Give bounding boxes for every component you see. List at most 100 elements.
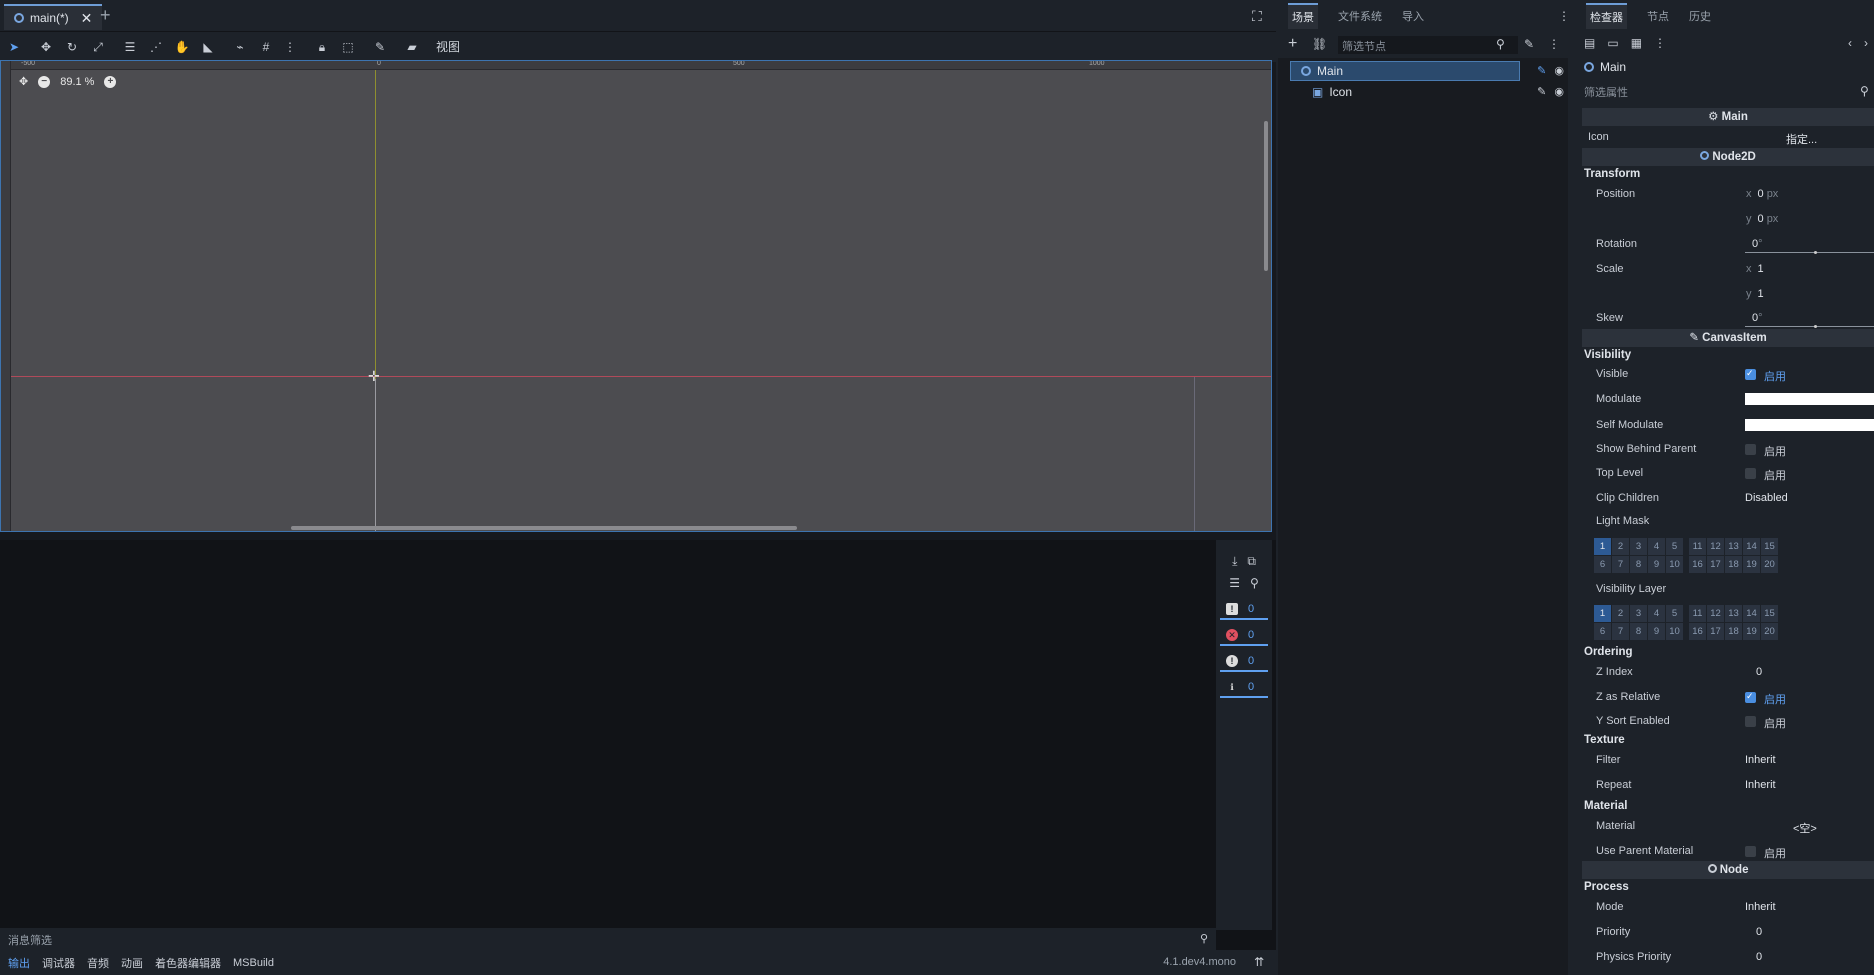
layer-bit[interactable]: 5 bbox=[1666, 538, 1683, 555]
tab-inspector[interactable]: 检查器 bbox=[1586, 3, 1627, 29]
visibility-eye-icon[interactable]: ◉ bbox=[1554, 64, 1564, 77]
priority-field[interactable]: 0 bbox=[1756, 926, 1762, 938]
rotate-tool-icon[interactable]: ↻ bbox=[62, 38, 82, 56]
zoom-in-icon[interactable]: + bbox=[104, 75, 117, 88]
pivot-tool-icon[interactable]: ⋰ bbox=[146, 38, 166, 56]
section-process[interactable]: Process bbox=[1576, 881, 1874, 901]
tab-shader-editor[interactable]: 着色器编辑器 bbox=[155, 955, 221, 971]
y-sort-checkbox[interactable] bbox=[1745, 716, 1756, 727]
error-counter[interactable]: ✕ 0 bbox=[1220, 626, 1268, 646]
position-x-field[interactable]: x0 px bbox=[1746, 188, 1778, 200]
z-relative-checkbox[interactable] bbox=[1745, 691, 1756, 703]
view-menu[interactable]: 视图 bbox=[436, 38, 460, 55]
layer-bit[interactable]: 17 bbox=[1707, 623, 1724, 640]
tab-output[interactable]: 输出 bbox=[8, 955, 30, 971]
section-transform[interactable]: Transform bbox=[1576, 168, 1874, 188]
layer-bit[interactable]: 3 bbox=[1630, 605, 1647, 622]
class-header-main[interactable]: ⚙ Main bbox=[1582, 108, 1874, 126]
repeat-select[interactable]: Inherit bbox=[1745, 779, 1776, 791]
tab-debugger[interactable]: 调试器 bbox=[42, 955, 75, 971]
class-header-canvasitem[interactable]: ✎ CanvasItem bbox=[1582, 329, 1874, 347]
layer-bit[interactable]: 9 bbox=[1648, 623, 1665, 640]
pan-tool-icon[interactable]: ✋ bbox=[172, 38, 192, 56]
visibility-eye-icon[interactable]: ◉ bbox=[1554, 85, 1564, 98]
select-tool-icon[interactable]: ➤ bbox=[4, 38, 24, 56]
save-icon[interactable]: ▦ bbox=[1631, 36, 1642, 50]
material-picker[interactable]: <空> bbox=[1793, 820, 1817, 836]
tab-msbuild[interactable]: MSBuild bbox=[233, 957, 274, 969]
horizontal-scrollbar[interactable] bbox=[291, 526, 797, 530]
tree-node-icon[interactable]: ▣ Icon bbox=[1302, 82, 1572, 102]
center-view-icon[interactable]: ✥ bbox=[19, 75, 28, 88]
canvas-viewport[interactable]: -500 0 500 1000 ✛ ✥ − 89.1 % + bbox=[0, 60, 1272, 532]
show-behind-checkbox[interactable] bbox=[1745, 444, 1756, 455]
tab-node[interactable]: 节点 bbox=[1647, 8, 1669, 24]
layer-bit[interactable]: 8 bbox=[1630, 623, 1647, 640]
snap-options-icon[interactable]: ⋮ bbox=[280, 38, 300, 56]
lock-icon[interactable]: 🔒︎ bbox=[312, 38, 332, 56]
filter-select[interactable]: Inherit bbox=[1745, 754, 1776, 766]
script-icon[interactable]: ✎ bbox=[1537, 85, 1546, 98]
layer-bit[interactable]: 14 bbox=[1743, 605, 1760, 622]
origin-gizmo-icon[interactable]: ✛ bbox=[368, 368, 380, 385]
rotation-field[interactable]: 0° bbox=[1752, 238, 1763, 250]
move-tool-icon[interactable]: ✥ bbox=[36, 38, 56, 56]
layer-bit[interactable]: 19 bbox=[1743, 623, 1760, 640]
link-icon[interactable]: ⛓ bbox=[1312, 37, 1327, 51]
smart-snap-icon[interactable]: ⌁ bbox=[230, 38, 250, 56]
assign-button[interactable]: 指定... bbox=[1786, 131, 1817, 147]
layer-bit[interactable]: 10 bbox=[1666, 556, 1683, 573]
info-counter[interactable]: ℹ 0 bbox=[1220, 678, 1268, 698]
layer-bit[interactable]: 7 bbox=[1612, 623, 1629, 640]
tab-history[interactable]: 历史 bbox=[1689, 8, 1711, 24]
add-node-icon[interactable]: + bbox=[1288, 35, 1297, 53]
layer-bit[interactable]: 16 bbox=[1689, 623, 1706, 640]
group-icon[interactable]: ⬚ bbox=[338, 38, 358, 56]
layer-bit[interactable]: 13 bbox=[1725, 605, 1742, 622]
tab-animation[interactable]: 动画 bbox=[121, 955, 143, 971]
layer-bit[interactable]: 5 bbox=[1666, 605, 1683, 622]
history-forward-icon[interactable]: › bbox=[1864, 36, 1868, 50]
layer-bit[interactable]: 16 bbox=[1689, 556, 1706, 573]
add-tab-icon[interactable]: + bbox=[100, 6, 111, 24]
modulate-color-picker[interactable] bbox=[1745, 393, 1874, 405]
layer-bit[interactable]: 13 bbox=[1725, 538, 1742, 555]
layer-bit[interactable]: 4 bbox=[1648, 605, 1665, 622]
z-index-field[interactable]: 0 bbox=[1756, 666, 1762, 678]
layer-bit[interactable]: 20 bbox=[1761, 556, 1778, 573]
visible-checkbox[interactable] bbox=[1745, 368, 1756, 380]
scale-x-field[interactable]: x1 bbox=[1746, 263, 1764, 275]
zoom-out-icon[interactable]: − bbox=[38, 75, 51, 88]
warning-counter[interactable]: ! 0 bbox=[1220, 652, 1268, 672]
slider-knob[interactable] bbox=[1814, 251, 1817, 254]
camera-icon[interactable]: ▰ bbox=[402, 38, 422, 56]
section-ordering[interactable]: Ordering bbox=[1576, 646, 1874, 666]
more-icon[interactable]: ⋮ bbox=[1548, 37, 1560, 51]
clip-children-select[interactable]: Disabled bbox=[1745, 492, 1788, 504]
tab-scene[interactable]: 场景 bbox=[1288, 3, 1318, 29]
slider-knob[interactable] bbox=[1814, 325, 1817, 328]
zoom-level[interactable]: 89.1 % bbox=[60, 76, 94, 88]
filter-search-icon[interactable]: ☰ ⚲ bbox=[1216, 576, 1272, 590]
layer-bit[interactable]: 20 bbox=[1761, 623, 1778, 640]
object-selector[interactable]: Main bbox=[1584, 60, 1626, 74]
message-counter[interactable]: ! 0 bbox=[1220, 600, 1268, 620]
bone-icon[interactable]: ✎ bbox=[370, 38, 390, 56]
mode-select[interactable]: Inherit bbox=[1745, 901, 1776, 913]
layer-bit[interactable]: 8 bbox=[1630, 556, 1647, 573]
section-texture[interactable]: Texture bbox=[1576, 734, 1874, 754]
tab-import[interactable]: 导入 bbox=[1402, 8, 1424, 24]
dock-menu-icon[interactable]: ⋮ bbox=[1558, 9, 1570, 23]
layer-bit[interactable]: 6 bbox=[1594, 556, 1611, 573]
layer-bit[interactable]: 3 bbox=[1630, 538, 1647, 555]
layer-bit[interactable]: 19 bbox=[1743, 556, 1760, 573]
property-filter-input[interactable]: 筛选属性 bbox=[1584, 84, 1628, 100]
layer-bit[interactable]: 11 bbox=[1689, 538, 1706, 555]
scale-y-field[interactable]: y1 bbox=[1746, 288, 1764, 300]
tree-node-main[interactable]: Main bbox=[1290, 61, 1520, 81]
layer-bit[interactable]: 11 bbox=[1689, 605, 1706, 622]
close-icon[interactable]: ✕ bbox=[81, 10, 93, 27]
script-icon[interactable]: ✎ bbox=[1524, 37, 1534, 51]
tab-audio[interactable]: 音频 bbox=[87, 955, 109, 971]
tab-filesystem[interactable]: 文件系统 bbox=[1338, 8, 1382, 24]
